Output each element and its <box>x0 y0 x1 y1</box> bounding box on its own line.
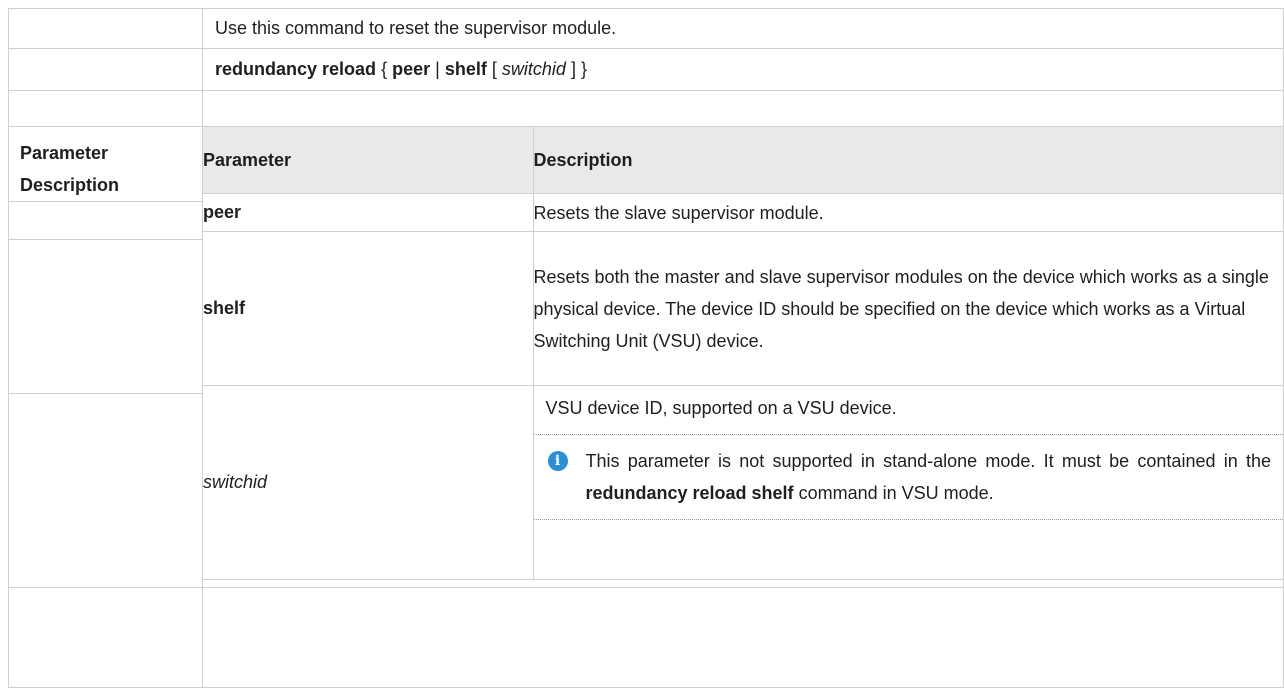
syntax-shelf: shelf <box>444 59 487 79</box>
document-page: Use this command to reset the supervisor… <box>0 0 1284 688</box>
syntax-close-brace: } <box>580 59 587 79</box>
syntax-pipe: | <box>435 59 440 79</box>
parameter-row-shelf: shelf Resets both the master and slave s… <box>203 231 1283 386</box>
parameter-label-line1: Parameter <box>20 143 109 163</box>
parameter-description: Resets the slave supervisor module. <box>532 193 1283 232</box>
command-mode-label-cell <box>8 587 203 688</box>
parameter-row-peer: peer Resets the slave supervisor module. <box>203 193 1283 232</box>
syntax-command: redundancy reload <box>215 59 377 79</box>
parameter-name: peer <box>203 193 534 232</box>
empty-label-cell <box>8 201 203 240</box>
parameter-name: switchid <box>203 385 534 580</box>
parameter-description-row: Parameter Description Parameter Descript… <box>8 126 1284 588</box>
defaults-label-cell <box>8 90 203 127</box>
command-reference-table: Use this command to reset the supervisor… <box>8 8 1284 688</box>
syntax-open-brace: { <box>381 59 388 79</box>
parameter-description: VSU device ID, supported on a VSU device… <box>533 386 1283 435</box>
empty-label-cell <box>8 239 203 394</box>
syntax-label-cell <box>8 48 203 91</box>
note-text-pre: This parameter is not supported in stand… <box>585 451 1272 471</box>
parameter-header: Parameter <box>203 127 534 194</box>
syntax-argument: switchid <box>501 59 566 79</box>
description-text: Use this command to reset the supervisor… <box>202 8 1284 49</box>
defaults-row <box>8 90 1284 127</box>
description-label-cell <box>8 8 203 49</box>
note-text: This parameter is not supported in stand… <box>586 445 1272 509</box>
syntax-text: redundancy reload { peer | shelf [ switc… <box>202 48 1284 91</box>
syntax-row: redundancy reload { peer | shelf [ switc… <box>8 48 1284 91</box>
defaults-cell <box>202 90 1284 127</box>
parameter-description-label: Parameter Description <box>8 126 203 202</box>
parameter-header-row: Parameter Description <box>203 127 1283 194</box>
parameter-label-line2: Description <box>20 175 120 195</box>
info-icon: i <box>547 451 568 471</box>
parameter-description: Resets both the master and slave supervi… <box>532 231 1283 386</box>
syntax-peer: peer <box>392 59 431 79</box>
note-box: i This parameter is not supported in sta… <box>533 435 1283 520</box>
description-row: Use this command to reset the supervisor… <box>8 8 1284 49</box>
parameter-name: shelf <box>203 231 534 386</box>
syntax-close-bracket: ] <box>570 59 576 79</box>
command-mode-row <box>8 587 1284 688</box>
description-header: Description <box>532 127 1283 194</box>
parameter-table: Parameter Description peer Resets the sl… <box>203 127 1283 580</box>
note-text-post: command in VSU mode. <box>793 483 994 503</box>
command-mode-cell <box>202 587 1284 688</box>
syntax-open-bracket: [ <box>491 59 497 79</box>
parameter-description-with-note: VSU device ID, supported on a VSU device… <box>532 385 1283 580</box>
empty-label-cell <box>8 393 203 588</box>
note-command: redundancy reload shelf <box>585 483 794 503</box>
parameter-row-switchid: switchid VSU device ID, supported on a V… <box>203 385 1283 580</box>
parameter-table-cell: Parameter Description peer Resets the sl… <box>202 126 1284 588</box>
